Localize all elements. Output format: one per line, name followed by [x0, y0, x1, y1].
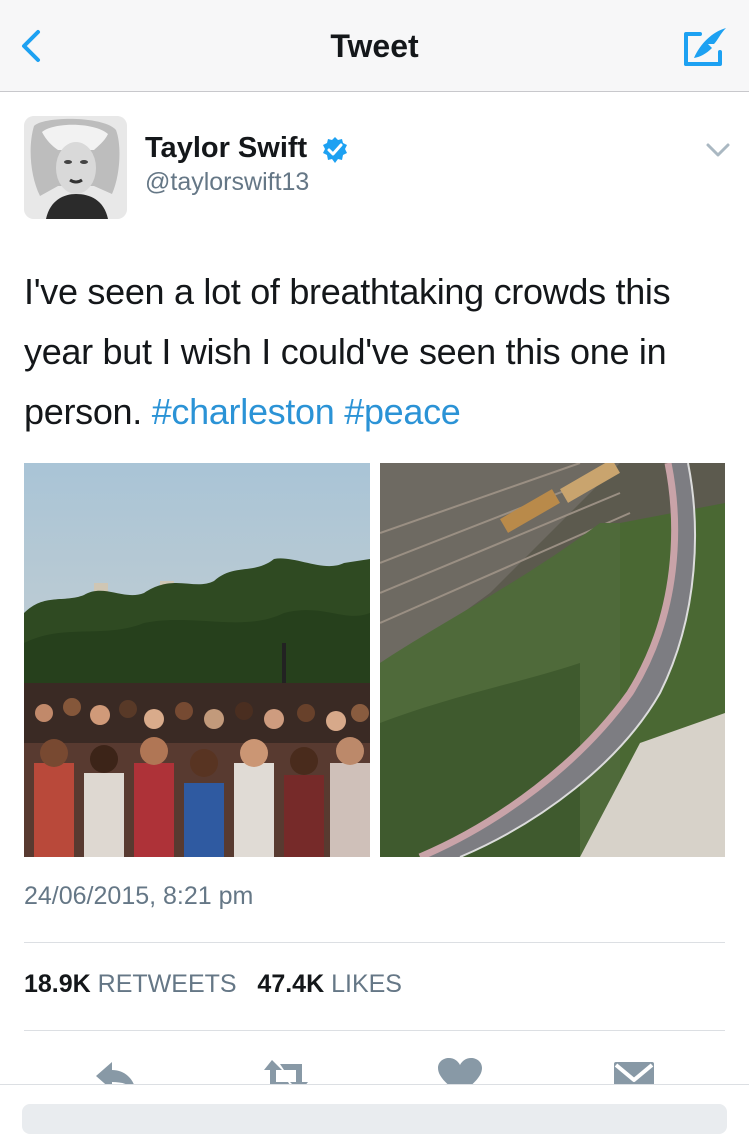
reply-icon[interactable] [92, 1056, 140, 1084]
avatar-photo [24, 116, 127, 219]
tweet-photo-bridge[interactable] [380, 463, 725, 857]
tweet-action-bar [0, 1048, 749, 1084]
chevron-down-icon[interactable] [704, 140, 732, 160]
tweet-stats: 18.9K RETWEETS 47.4K LIKES [24, 970, 402, 999]
retweets-count: 18.9K [24, 970, 91, 998]
retweet-icon[interactable] [262, 1056, 310, 1084]
tweet-timestamp: 24/06/2015, 8:21 pm [24, 882, 254, 910]
retweets-label: RETWEETS [97, 970, 237, 998]
compose-tweet-icon[interactable] [680, 24, 730, 68]
aerial-bridge-photo [380, 463, 725, 857]
likes-count: 47.4K [257, 970, 325, 998]
tweet-photo-crowd[interactable] [24, 463, 370, 857]
navigation-bar: Tweet [0, 0, 749, 92]
verified-badge-icon [323, 137, 347, 163]
hashtag-link[interactable]: #charleston [152, 391, 335, 432]
hashtag-link[interactable]: #peace [344, 391, 461, 432]
avatar[interactable] [24, 116, 127, 219]
divider [24, 1030, 725, 1031]
tweet-text: I've seen a lot of breathtaking crowds t… [24, 262, 724, 442]
like-heart-icon[interactable] [436, 1056, 484, 1084]
divider [0, 1084, 749, 1085]
direct-message-icon[interactable] [610, 1056, 658, 1084]
author-handle[interactable]: @taylorswift13 [145, 168, 309, 197]
likes-stat[interactable]: 47.4K LIKES [257, 970, 402, 998]
author-name[interactable]: Taylor Swift [145, 132, 307, 165]
reply-input[interactable] [22, 1104, 727, 1134]
likes-label: LIKES [331, 970, 402, 998]
retweets-stat[interactable]: 18.9K RETWEETS [24, 970, 237, 998]
divider [24, 942, 725, 943]
crowd-photo [24, 463, 370, 857]
page-title: Tweet [330, 28, 419, 64]
